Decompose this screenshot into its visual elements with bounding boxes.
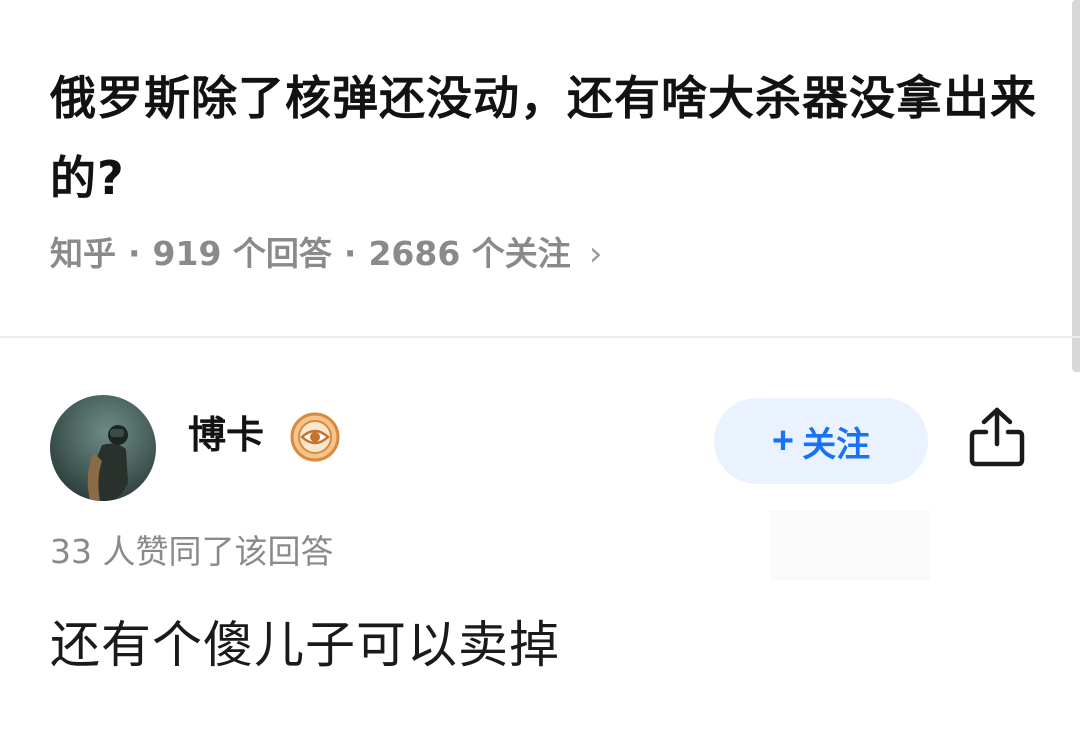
diver-silhouette bbox=[87, 425, 128, 501]
eye-badge-icon bbox=[290, 412, 340, 462]
author-row: 博卡 + 关注 bbox=[50, 390, 1040, 501]
avatar[interactable] bbox=[50, 395, 156, 501]
chevron-right-icon: › bbox=[588, 234, 603, 274]
vote-count: 33 人赞同了该回答 bbox=[50, 532, 334, 571]
follow-button[interactable]: + 关注 bbox=[714, 398, 928, 484]
divider bbox=[0, 336, 1080, 338]
question-meta[interactable]: 知乎 · 919 个回答 · 2686 个关注 › bbox=[50, 232, 1040, 276]
separator-dot: · bbox=[343, 234, 357, 273]
follower-count: 2686 个关注 bbox=[368, 234, 571, 273]
follow-label: 关注 bbox=[802, 425, 871, 464]
question-header: 俄罗斯除了核弹还没动，还有啥大杀器没拿出来的? 知乎 · 919 个回答 · 2… bbox=[50, 58, 1040, 276]
source-label: 知乎 bbox=[50, 234, 116, 273]
watermark bbox=[770, 510, 930, 580]
separator-dot: · bbox=[128, 234, 141, 273]
answer-text[interactable]: 还有个傻儿子可以卖掉 bbox=[50, 610, 560, 680]
question-title[interactable]: 俄罗斯除了核弹还没动，还有啥大杀器没拿出来的? bbox=[50, 58, 1040, 218]
scrollbar[interactable] bbox=[1072, 0, 1080, 372]
answer-count: 919 个回答 bbox=[152, 234, 332, 273]
author-name[interactable]: 博卡 bbox=[188, 410, 264, 460]
plus-icon: + bbox=[771, 419, 795, 462]
share-icon[interactable] bbox=[968, 406, 1026, 468]
